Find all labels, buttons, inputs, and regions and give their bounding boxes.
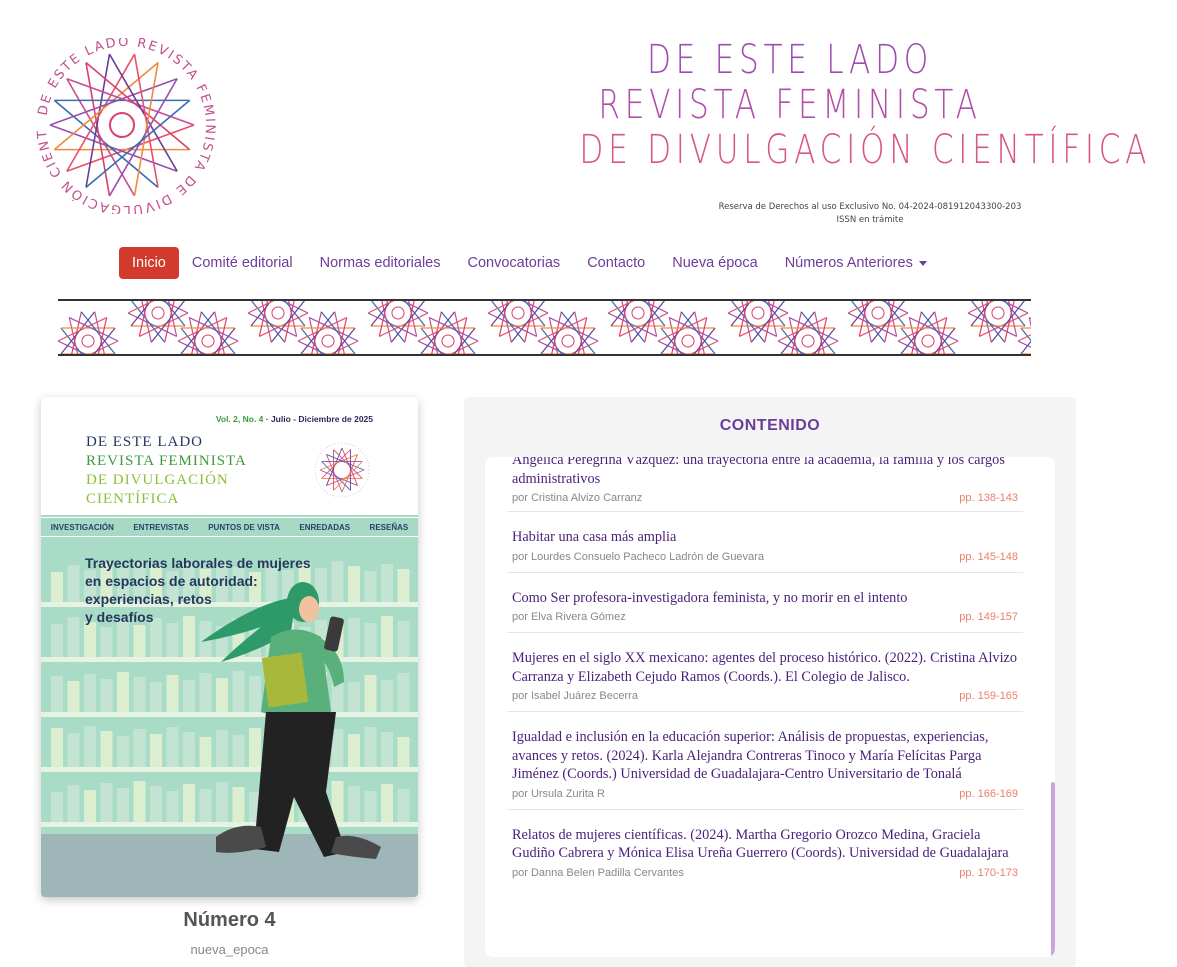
- article-pages: pp. 145-148: [959, 550, 1018, 563]
- cover-title-1: DE ESTE LADO: [86, 434, 203, 450]
- article-author: por Lourdes Consuelo Pacheco Ladrón de G…: [512, 550, 764, 563]
- contents-heading: CONTENIDO: [719, 417, 821, 434]
- article-author: por Cristina Alvizo Carranz: [512, 492, 643, 504]
- nav-inicio[interactable]: Inicio: [119, 247, 179, 279]
- list-item[interactable]: Como Ser profesora-investigadora feminis…: [507, 573, 1023, 633]
- article-author: por Ursula Zurita R: [512, 787, 605, 800]
- journal-title: DE ESTE LADO REVISTA FEMINISTA DE DIVULG…: [520, 37, 1152, 173]
- cover-tab: ENTREVISTAS: [133, 522, 189, 532]
- list-scrollbar[interactable]: [1051, 782, 1055, 957]
- cover-tab: PUNTOS DE VISTA: [208, 522, 280, 532]
- title-line-2: REVISTA FEMINISTA: [598, 82, 982, 128]
- list-item[interactable]: Mujeres en el siglo XX mexicano: agentes…: [507, 633, 1023, 712]
- chevron-down-icon: [918, 260, 927, 266]
- issue-subtitle: nueva_epoca: [190, 942, 269, 957]
- cover-volume: Vol. 2, No. 4 · Julio - Diciembre de 202…: [216, 414, 373, 424]
- nav-normas-editoriales[interactable]: Normas editoriales: [320, 255, 441, 271]
- reserva-text: Reserva de Derechos al uso Exclusivo No.…: [718, 202, 1022, 212]
- article-title[interactable]: Como Ser profesora-investigadora feminis…: [512, 589, 1018, 608]
- list-item[interactable]: Igualdad e inclusión en la educación sup…: [507, 712, 1023, 810]
- title-line-3: DE DIVULGACIÓN CIENTÍFICA: [579, 127, 1152, 173]
- nav-numeros-anteriores[interactable]: Números Anteriores: [785, 255, 927, 271]
- nav-contacto[interactable]: Contacto: [587, 255, 645, 271]
- journal-logo: DE ESTE LADO REVISTA FEMINISTA DE DIVULG…: [22, 26, 224, 217]
- cover-headline-2: en espacios de autoridad:: [85, 573, 258, 589]
- main-nav: Inicio Comité editorial Normas editorial…: [119, 246, 954, 280]
- cover-headline-4: y desafíos: [85, 609, 154, 625]
- issue-cover[interactable]: Vol. 2, No. 4 · Julio - Diciembre de 202…: [41, 397, 418, 897]
- article-title[interactable]: Relatos de mujeres científicas. (2024). …: [512, 826, 1018, 863]
- article-pages: pp. 149-157: [959, 611, 1018, 623]
- legal-notice: Reserva de Derechos al uso Exclusivo No.…: [700, 201, 1040, 227]
- cover-tab: INVESTIGACIÓN: [50, 522, 114, 532]
- issn-text: ISSN en trámite: [836, 215, 904, 225]
- article-title[interactable]: Angélica Peregrina Vázquez: una trayecto…: [512, 457, 1018, 488]
- contents-panel: CONTENIDO Angélica Peregrina Vázquez: un…: [464, 397, 1076, 967]
- nav-comite-editorial[interactable]: Comité editorial: [192, 255, 293, 271]
- nav-convocatorias[interactable]: Convocatorias: [468, 255, 561, 271]
- list-item[interactable]: Relatos de mujeres científicas. (2024). …: [507, 810, 1023, 888]
- cover-title-2: REVISTA FEMINISTA: [86, 453, 247, 469]
- cover-headline: Trayectorias laborales de mujeres en esp…: [85, 554, 335, 626]
- list-item[interactable]: Angélica Peregrina Vázquez: una trayecto…: [507, 457, 1023, 512]
- article-author: por Danna Belen Padilla Cervantes: [512, 866, 684, 879]
- nav-nueva-epoca[interactable]: Nueva época: [672, 255, 757, 271]
- article-pages: pp. 159-165: [959, 690, 1018, 702]
- cover-headline-3: experiencias, retos: [85, 591, 212, 607]
- nav-numeros-anteriores-label: Números Anteriores: [784, 255, 913, 271]
- star-seal-icon: DE ESTE LADO REVISTA FEMINISTA DE DIVULG…: [22, 26, 215, 217]
- star-pattern-icon: [58, 301, 1031, 354]
- title-line-1: DE ESTE LADO: [646, 37, 934, 83]
- article-pages: pp. 138-143: [959, 492, 1018, 504]
- cover-dates: · Julio - Diciembre de 2025: [265, 414, 373, 424]
- cover-seal-icon: [314, 442, 370, 498]
- article-pages: pp. 170-173: [959, 866, 1018, 879]
- article-author: por Isabel Juárez Becerra: [512, 690, 638, 702]
- cover-vol-number: Vol. 2, No. 4: [215, 414, 264, 424]
- cover-tab: RESEÑAS: [369, 522, 409, 532]
- cover-headline-1: Trayectorias laborales de mujeres: [85, 555, 311, 571]
- contents-list[interactable]: Angélica Peregrina Vázquez: una trayecto…: [485, 457, 1055, 957]
- article-title[interactable]: Habitar una casa más amplia: [512, 528, 1018, 547]
- article-author: por Elva Rivera Gómez: [512, 611, 626, 623]
- cover-title-3: DE DIVULGACIÓN: [86, 472, 229, 488]
- article-title[interactable]: Igualdad e inclusión en la educación sup…: [512, 728, 1018, 784]
- list-item[interactable]: Habitar una casa más amplia por Lourdes …: [507, 512, 1023, 573]
- article-title[interactable]: Mujeres en el siglo XX mexicano: agentes…: [512, 649, 1018, 686]
- cover-sections: INVESTIGACIÓN ENTREVISTAS PUNTOS DE VIST…: [41, 517, 418, 537]
- cover-header: Vol. 2, No. 4 · Julio - Diciembre de 202…: [41, 397, 418, 515]
- cover-tab: ENREDADAS: [299, 522, 351, 532]
- decorative-banner: [58, 299, 1031, 356]
- article-pages: pp. 166-169: [959, 787, 1018, 800]
- issue-title[interactable]: Número 4: [41, 909, 418, 932]
- cover-title-4: CIENTÍFICA: [86, 491, 180, 507]
